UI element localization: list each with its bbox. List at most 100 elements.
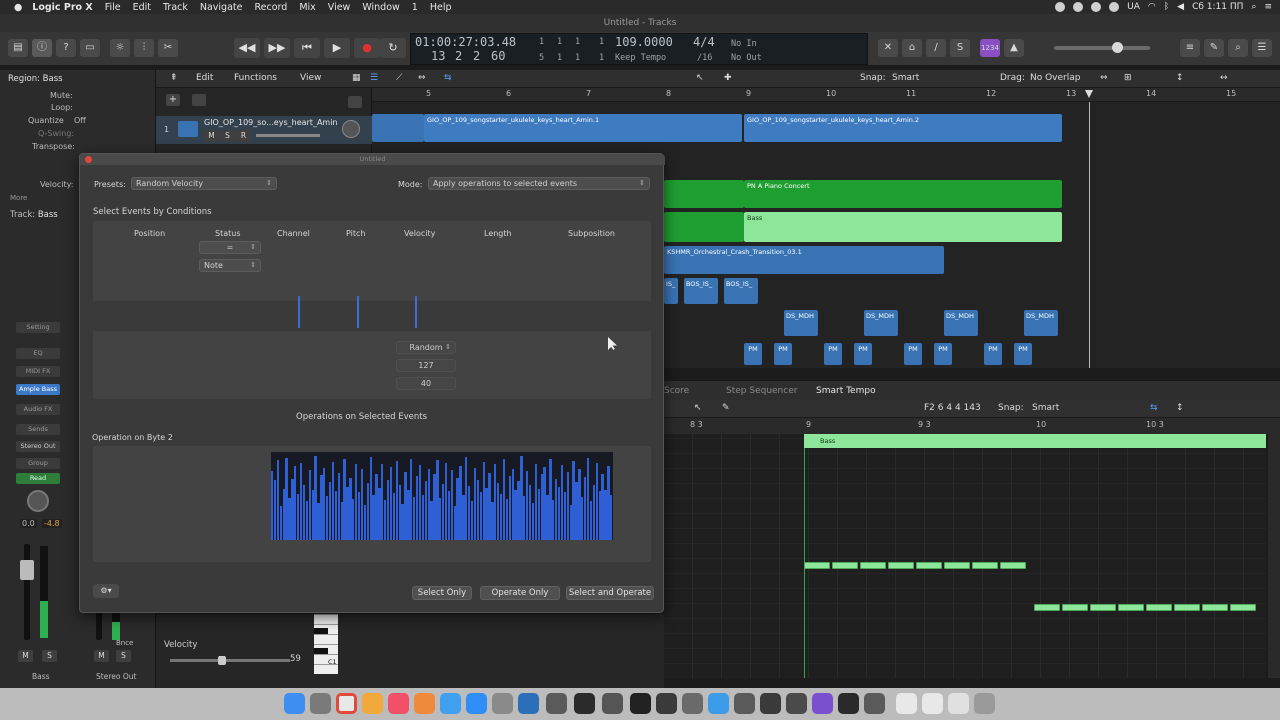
flex-icon[interactable]: ⇆ bbox=[444, 73, 452, 83]
midi-note[interactable] bbox=[1118, 604, 1144, 611]
audio-region[interactable]: KSHMR_Orchestral_Crash_Transition_03.1 bbox=[664, 246, 944, 274]
pm-region[interactable]: PM bbox=[774, 343, 792, 365]
app-icon[interactable] bbox=[574, 693, 595, 714]
lcd-tempo-mode[interactable]: Keep Tempo bbox=[615, 53, 666, 63]
record-button[interactable]: ● bbox=[354, 38, 380, 58]
audio-region[interactable]: DS_MDH bbox=[864, 310, 898, 336]
menu-navigate[interactable]: Navigate bbox=[200, 2, 243, 13]
lcd-tempo[interactable]: 109.0000 bbox=[615, 35, 673, 49]
loop-browser-icon[interactable]: ⌕ bbox=[1228, 39, 1248, 57]
app-icon[interactable] bbox=[518, 693, 539, 714]
track-record-button[interactable]: R bbox=[236, 130, 251, 142]
logic-pro-icon[interactable] bbox=[630, 693, 651, 714]
app-icon[interactable] bbox=[864, 693, 885, 714]
safari-icon[interactable] bbox=[440, 693, 461, 714]
app-icon[interactable] bbox=[546, 693, 567, 714]
bass-region[interactable]: Bass bbox=[744, 212, 1062, 242]
inspector-icon[interactable]: ⓘ bbox=[32, 39, 52, 57]
browser-icon[interactable]: ☰ bbox=[1252, 39, 1272, 57]
metronome-icon[interactable]: ▲ bbox=[1004, 39, 1024, 57]
midi-note[interactable] bbox=[888, 562, 914, 569]
document-icon[interactable] bbox=[922, 693, 943, 714]
horizontal-zoom-icon[interactable]: ↔ bbox=[1220, 73, 1228, 83]
link-icon[interactable]: ⇆ bbox=[1150, 403, 1158, 413]
pm-region[interactable]: PM bbox=[984, 343, 1002, 365]
replace-icon[interactable]: ✕ bbox=[878, 39, 898, 57]
tab-score[interactable]: Score bbox=[664, 386, 689, 396]
lcd-display[interactable]: 01:00:27:03.48 1 1 1 1 13 2 2 60 5 1 1 1… bbox=[410, 33, 868, 65]
menu-file[interactable]: File bbox=[105, 2, 121, 13]
clock[interactable]: Сб 1:11 ПП bbox=[1192, 2, 1243, 12]
viber-icon[interactable] bbox=[812, 693, 833, 714]
menu-record[interactable]: Record bbox=[254, 2, 287, 13]
bluetooth-icon[interactable]: ᛒ bbox=[1164, 2, 1169, 12]
midi-note[interactable] bbox=[1000, 562, 1026, 569]
menu-1[interactable]: 1 bbox=[412, 2, 418, 13]
chrome-icon[interactable] bbox=[336, 693, 357, 714]
editor-snap-select[interactable]: Smart bbox=[1032, 403, 1059, 413]
audio-region[interactable]: DS_MDH bbox=[944, 310, 978, 336]
audio-region[interactable]: GIO_OP_109_songstarter_ukulele_keys_hear… bbox=[744, 114, 1062, 142]
search-icon[interactable]: ⌕ bbox=[1251, 2, 1256, 12]
pan-knob[interactable] bbox=[27, 490, 49, 512]
forward-button[interactable]: ▶▶ bbox=[264, 38, 290, 58]
menu-track[interactable]: Track bbox=[163, 2, 188, 13]
catch-icon[interactable]: ⇔ bbox=[418, 73, 426, 83]
wifi-icon[interactable]: ◠ bbox=[1148, 2, 1156, 12]
menu-help[interactable]: Help bbox=[430, 2, 452, 13]
midi-note[interactable] bbox=[1090, 604, 1116, 611]
velocity-value[interactable]: 59 bbox=[290, 654, 301, 664]
midi-note[interactable] bbox=[916, 562, 942, 569]
snap-select[interactable]: Smart bbox=[892, 73, 919, 83]
audio-region[interactable] bbox=[372, 114, 424, 142]
volume-icon[interactable]: ◀ bbox=[1177, 2, 1184, 12]
status-condition-select[interactable]: = ⇕ bbox=[199, 241, 261, 254]
piano-roll-grid[interactable]: Bass bbox=[664, 434, 1266, 678]
lcd-division-value[interactable]: /16 bbox=[697, 53, 712, 63]
duplicate-track-icon[interactable] bbox=[192, 94, 206, 106]
lcd-signature[interactable]: 4/4 bbox=[693, 35, 715, 49]
pointer-tool-icon[interactable]: ↖ bbox=[696, 73, 704, 83]
output-fader[interactable] bbox=[96, 610, 102, 640]
pointer-tool-icon[interactable]: ↖ bbox=[694, 403, 702, 413]
system-preferences-icon[interactable] bbox=[492, 693, 513, 714]
status-icon[interactable] bbox=[1073, 2, 1084, 12]
app-store-icon[interactable] bbox=[466, 693, 487, 714]
count-in-1234[interactable]: 1234 bbox=[980, 39, 1000, 57]
fader-cap[interactable] bbox=[20, 560, 34, 580]
mixer-icon[interactable]: ⫶ bbox=[134, 39, 154, 57]
count-in-icon[interactable]: S bbox=[950, 39, 970, 57]
midi-note[interactable] bbox=[1146, 604, 1172, 611]
music-icon[interactable] bbox=[388, 693, 409, 714]
solo-icon[interactable]: / bbox=[926, 39, 946, 57]
region-header[interactable]: Bass bbox=[804, 434, 1266, 448]
rewind-button[interactable]: ◀◀ bbox=[234, 38, 260, 58]
app-icon[interactable] bbox=[734, 693, 755, 714]
midi-note[interactable] bbox=[1230, 604, 1256, 611]
operate-only-button[interactable]: Operate Only bbox=[480, 586, 560, 600]
midi-fx-slot[interactable]: MIDI FX bbox=[16, 366, 60, 377]
trash-icon[interactable] bbox=[974, 693, 995, 714]
document-icon[interactable] bbox=[896, 693, 917, 714]
region-header[interactable]: Region: Bass bbox=[8, 74, 164, 84]
close-icon[interactable] bbox=[85, 156, 92, 163]
midi-note[interactable] bbox=[860, 562, 886, 569]
audio-fx-slot[interactable]: Audio FX bbox=[16, 404, 60, 415]
smart-controls-icon[interactable]: ☼ bbox=[110, 39, 130, 57]
input-language[interactable]: UA bbox=[1127, 2, 1140, 12]
app-menu[interactable]: Logic Pro X bbox=[32, 2, 92, 13]
pm-region[interactable]: PM bbox=[1014, 343, 1032, 365]
tracks-edit-menu[interactable]: Edit bbox=[196, 73, 213, 83]
waveform-zoom-icon[interactable]: ⟋ bbox=[396, 73, 402, 83]
photos-icon[interactable] bbox=[362, 693, 383, 714]
menu-mix[interactable]: Mix bbox=[299, 2, 315, 13]
midi-note[interactable] bbox=[1062, 604, 1088, 611]
go-to-start-button[interactable]: ⏮ bbox=[294, 38, 320, 58]
setting-button[interactable]: Setting bbox=[16, 322, 60, 333]
notepad-icon[interactable]: ✎ bbox=[1204, 39, 1224, 57]
fit-icon[interactable]: ⊞ bbox=[1124, 73, 1132, 83]
finder-icon[interactable] bbox=[284, 693, 305, 714]
gear-icon[interactable]: ⚙▾ bbox=[93, 584, 119, 598]
cycle-button[interactable]: ↻ bbox=[380, 38, 406, 58]
audio-region[interactable]: BOS_IS_ bbox=[724, 278, 758, 304]
